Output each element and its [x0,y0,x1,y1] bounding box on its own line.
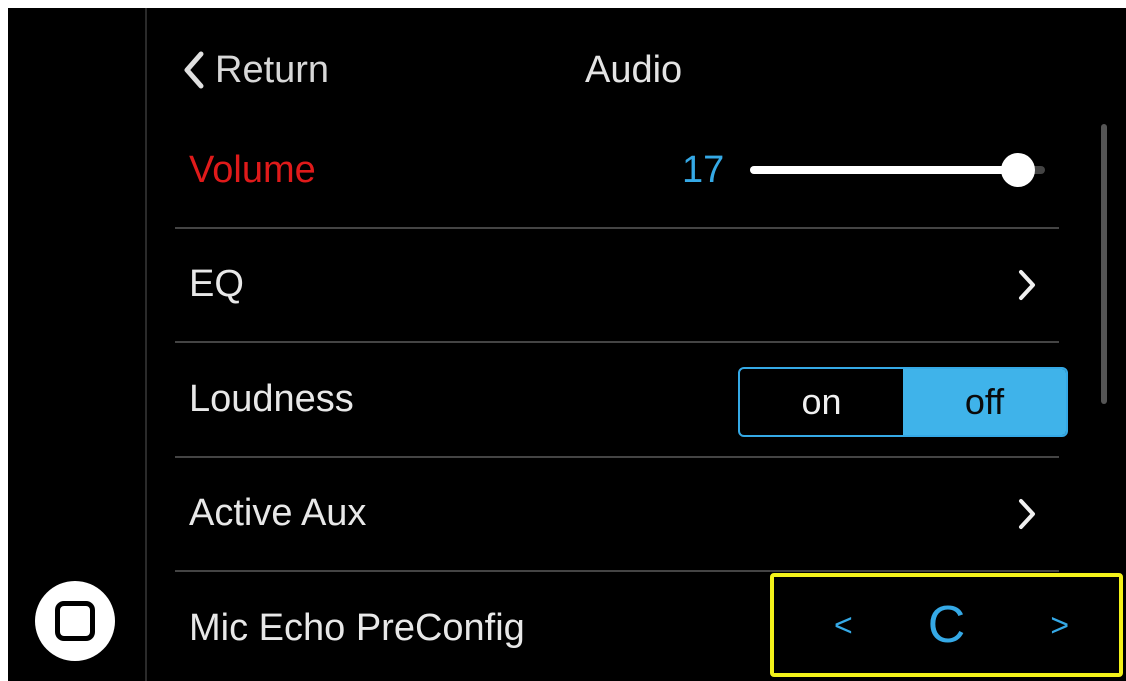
left-rail [8,8,147,681]
loudness-off-option[interactable]: off [903,369,1066,435]
mic-echo-picker: < C > [770,573,1123,677]
loudness-toggle[interactable]: on off [738,367,1068,437]
chevron-right-icon [1019,499,1035,529]
page-title: Audio [585,49,683,91]
loudness-row: Loudness on off [175,342,1068,458]
eq-row[interactable]: EQ [175,227,1059,343]
chevron-right-icon [1019,270,1035,300]
volume-value: 17 [682,149,725,191]
home-icon [55,601,95,641]
picker-next-button[interactable]: > [1050,577,1069,673]
volume-slider-fill [750,166,1019,174]
volume-slider[interactable] [750,153,1045,187]
active-aux-row[interactable]: Active Aux [175,456,1059,572]
header: Return Audio [148,28,1068,118]
scrollbar[interactable] [1101,124,1107,404]
volume-slider-thumb[interactable] [1001,153,1036,187]
volume-label: Volume [189,149,316,191]
mic-echo-label: Mic Echo PreConfig [189,607,525,649]
active-aux-label: Active Aux [189,492,367,534]
return-label: Return [215,48,330,91]
mic-echo-row: Mic Echo PreConfig < C > [175,571,1123,681]
eq-label: EQ [189,263,244,305]
chevron-left-icon [184,51,204,89]
loudness-label: Loudness [189,378,354,420]
loudness-on-option[interactable]: on [740,369,903,435]
return-button[interactable]: Return [183,48,329,92]
home-button[interactable] [35,581,115,661]
head-unit-screen: Return Audio Volume 17 EQ Loudness on of… [8,8,1126,681]
volume-row: Volume 17 [175,113,1059,229]
